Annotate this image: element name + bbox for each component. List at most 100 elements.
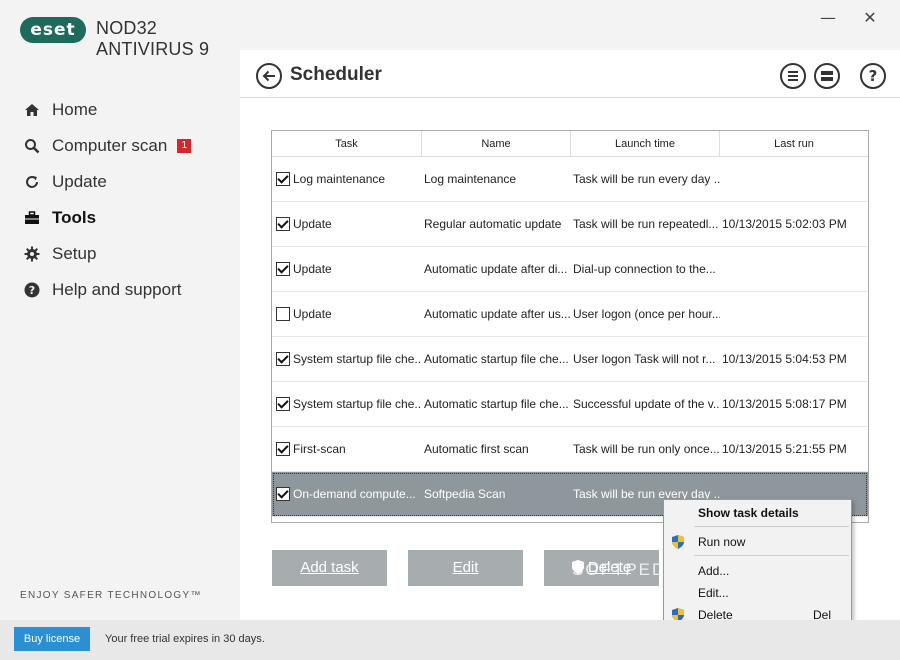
task-enabled-checkbox[interactable] <box>276 487 290 501</box>
buy-license-button[interactable]: Buy license <box>14 627 90 651</box>
cell-launch-time: Dial-up connection to the... <box>573 262 716 276</box>
table-row[interactable]: System startup file che... Automatic star… <box>272 337 868 382</box>
add-task-label: Add task <box>300 559 359 576</box>
column-header-task[interactable]: Task <box>272 131 422 156</box>
cell-launch-time: User logon Task will not r... <box>573 352 716 366</box>
task-enabled-checkbox[interactable] <box>276 352 290 366</box>
cell-name: Automatic update after us... <box>424 307 571 321</box>
notification-badge: 1 <box>177 139 192 153</box>
task-enabled-checkbox[interactable] <box>276 172 290 186</box>
sidebar: eset NOD32 ANTIVIRUS 9 Home Computer sca… <box>0 0 240 620</box>
help-button[interactable]: ? <box>860 63 886 89</box>
cell-name: Automatic startup file che... <box>424 352 569 366</box>
uac-shield-icon <box>672 535 684 549</box>
menu-item-label: Edit... <box>698 586 729 600</box>
cell-last-run: 10/13/2015 5:21:55 PM <box>722 442 847 456</box>
cell-task: On-demand compute... <box>272 487 422 501</box>
page-title: Scheduler <box>290 64 382 85</box>
sidebar-item-setup[interactable]: Setup <box>0 236 240 272</box>
cell-last-run: 10/13/2015 5:02:03 PM <box>722 217 847 231</box>
sidebar-item-tools[interactable]: Tools <box>0 200 240 236</box>
table-row[interactable]: Log maintenance Log maintenance Task will … <box>272 157 868 202</box>
task-label: Update <box>293 217 332 231</box>
table-row[interactable]: Update Automatic update after us... User l… <box>272 292 868 337</box>
menu-separator <box>694 526 849 527</box>
refresh-icon <box>24 174 40 190</box>
cell-last-run: 10/13/2015 5:04:53 PM <box>722 352 847 366</box>
sidebar-item-label: Help and support <box>52 280 182 299</box>
cell-name: Log maintenance <box>424 172 517 186</box>
column-header-launch-time[interactable]: Launch time <box>571 131 720 156</box>
task-enabled-checkbox[interactable] <box>276 442 290 456</box>
list-menu-button[interactable] <box>780 63 806 89</box>
task-enabled-checkbox[interactable] <box>276 217 290 231</box>
briefcase-icon <box>24 210 40 226</box>
view-toggle-button[interactable] <box>814 63 840 89</box>
cell-name: Automatic update after di... <box>424 262 568 276</box>
help-icon: ? <box>24 282 40 298</box>
footer: Buy license Your free trial expires in 3… <box>0 620 900 660</box>
eset-logo: eset <box>20 17 86 43</box>
minimize-button[interactable]: — <box>818 8 838 28</box>
gear-icon <box>24 246 40 262</box>
task-label: System startup file che... <box>293 397 422 411</box>
cell-last-run: 10/13/2015 5:08:17 PM <box>722 397 847 411</box>
column-header-last-run[interactable]: Last run <box>720 131 868 156</box>
product-name: NOD32 ANTIVIRUS 9 <box>96 18 210 59</box>
task-label: Log maintenance <box>293 172 386 186</box>
menu-item-label: Show task details <box>698 506 799 520</box>
cell-task: Log maintenance <box>272 172 422 186</box>
tagline: ENJOY SAFER TECHNOLOGY™ <box>20 590 202 601</box>
sidebar-item-home[interactable]: Home <box>0 92 240 128</box>
menu-item-run-now[interactable]: Run now <box>664 532 851 552</box>
layout-icon <box>821 71 833 81</box>
sidebar-item-label: Home <box>52 100 98 119</box>
add-task-button[interactable]: Add task <box>272 550 387 586</box>
table-row[interactable]: Update Automatic update after di... Dial-u… <box>272 247 868 292</box>
table-header: Task Name Launch time Last run <box>272 131 868 157</box>
task-enabled-checkbox[interactable] <box>276 397 290 411</box>
close-button[interactable]: ✕ <box>860 8 880 28</box>
scheduler-table: Task Name Launch time Last run Log maint… <box>271 130 869 523</box>
task-label: Update <box>293 307 332 321</box>
title-bar <box>240 0 900 50</box>
table-row[interactable]: First-scan Automatic first scan Task will … <box>272 427 868 472</box>
menu-item-edit[interactable]: Edit... <box>664 583 851 603</box>
menu-item-add[interactable]: Add... <box>664 561 851 581</box>
sidebar-item-help[interactable]: ? Help and support <box>0 272 240 308</box>
list-icon <box>788 71 798 81</box>
back-button[interactable] <box>256 63 282 89</box>
cell-task: System startup file che... <box>272 352 422 366</box>
task-enabled-checkbox[interactable] <box>276 307 290 321</box>
sidebar-item-label: Tools <box>52 208 97 227</box>
menu-separator <box>694 555 849 556</box>
edit-label: Edit <box>452 559 479 576</box>
task-label: System startup file che... <box>293 352 422 366</box>
sidebar-item-update[interactable]: Update <box>0 164 240 200</box>
context-menu: Show task details Run now Add... Edit...… <box>663 499 852 629</box>
edit-button[interactable]: Edit <box>408 550 523 586</box>
cell-launch-time: Task will be run repeatedl... <box>573 217 719 231</box>
home-icon <box>24 102 40 118</box>
table-row[interactable]: Update Regular automatic update Task will … <box>272 202 868 247</box>
cell-name: Softpedia Scan <box>424 487 506 501</box>
sidebar-item-label: Computer scan <box>52 136 168 155</box>
arrow-left-icon <box>262 70 275 82</box>
cell-launch-time: User logon (once per hour... <box>573 307 720 321</box>
sidebar-item-label: Update <box>52 172 107 191</box>
cell-name: Regular automatic update <box>424 217 562 231</box>
page-header: Scheduler ? <box>240 50 900 98</box>
table-row[interactable]: System startup file che... Automatic star… <box>272 382 868 427</box>
task-enabled-checkbox[interactable] <box>276 262 290 276</box>
sidebar-item-computer-scan[interactable]: Computer scan 1 <box>0 128 240 164</box>
menu-item-label: Run now <box>698 535 746 549</box>
menu-item-show-task-details[interactable]: Show task details <box>664 503 851 523</box>
cell-task: First-scan <box>272 442 422 456</box>
column-header-name[interactable]: Name <box>422 131 571 156</box>
cell-launch-time: Task will be run only once... <box>573 442 720 456</box>
cell-task: System startup file che... <box>272 397 422 411</box>
trial-notice: Your free trial expires in 30 days. <box>105 633 265 645</box>
table-body: Log maintenance Log maintenance Task will … <box>272 157 868 517</box>
cell-task: Update <box>272 217 422 231</box>
cell-launch-time: Successful update of the v... <box>573 397 720 411</box>
